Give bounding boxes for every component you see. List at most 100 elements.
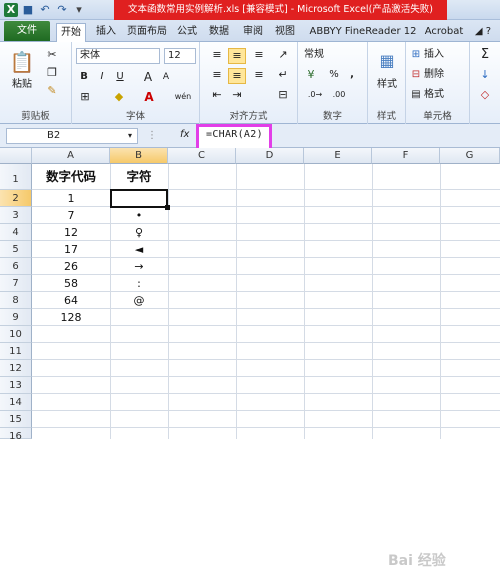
insert-cells-button[interactable]: 插入 [424,48,464,62]
qat-customize-icon[interactable]: ▾ [72,3,86,17]
comma-button[interactable]: , [346,68,358,82]
row-header-4[interactable]: 4 [0,224,32,241]
tab-review[interactable]: 审阅 [240,23,266,42]
font-size-select[interactable]: 12 [164,48,196,64]
row-header-8[interactable]: 8 [0,292,32,309]
insert-function-button[interactable]: fx [180,129,189,140]
tab-formulas[interactable]: 公式 [174,23,200,42]
column-header-a[interactable]: A [32,148,110,164]
cell-b8[interactable]: @ [110,292,168,309]
delete-cells-icon[interactable]: ⊟ [410,68,422,82]
format-painter-icon[interactable]: ✎ [44,84,60,98]
underline-button[interactable]: U [114,70,126,84]
format-cells-button[interactable]: 格式 [424,88,464,102]
align-center-icon[interactable]: ≡ [228,68,246,84]
align-right-icon[interactable]: ≡ [250,68,268,82]
cell-a3[interactable]: 7 [32,207,110,224]
merge-center-icon[interactable]: ⊟ [274,88,292,102]
cell-b1[interactable]: 字符 [110,168,168,185]
phonetic-button[interactable]: wén [172,90,194,104]
italic-button[interactable]: I [96,70,108,84]
row-header-6[interactable]: 6 [0,258,32,275]
cell-b4[interactable]: ♀ [110,224,168,241]
tab-abbyy[interactable]: ABBYY FineReader 12 [304,23,422,42]
borders-icon[interactable]: ⊞ [78,90,92,104]
cut-icon[interactable]: ✂ [44,48,60,62]
fill-handle[interactable] [165,205,170,210]
tab-home[interactable]: 开始 [56,23,86,42]
select-all-corner[interactable] [0,148,32,164]
orientation-icon[interactable]: ↗ [274,48,292,62]
row-header-12[interactable]: 12 [0,360,32,377]
paste-icon[interactable]: 📋 [8,48,36,76]
bold-button[interactable]: B [78,70,90,84]
increase-indent-icon[interactable]: ⇥ [228,88,246,102]
font-color-button[interactable]: A [142,90,156,104]
cell-a1[interactable]: 数字代码 [32,168,110,185]
row-header-9[interactable]: 9 [0,309,32,326]
cell-b6[interactable]: → [110,258,168,275]
row-header-16[interactable]: 16 [0,428,32,442]
cell-b3[interactable]: • [110,207,168,224]
row-header-11[interactable]: 11 [0,343,32,360]
cell-a2[interactable]: 1 [32,190,110,207]
row-header-13[interactable]: 13 [0,377,32,394]
row-header-1[interactable]: 1 [0,164,32,190]
cell-a5[interactable]: 17 [32,241,110,258]
styles-icon[interactable]: ▦ [374,48,400,74]
column-header-e[interactable]: E [304,148,372,164]
name-box[interactable]: B2 [6,128,138,144]
copy-icon[interactable]: ❐ [44,66,60,80]
grow-font-button[interactable]: A [142,70,154,84]
decrease-indent-icon[interactable]: ⇤ [208,88,226,102]
align-bottom-icon[interactable]: ≡ [250,48,268,62]
column-header-c[interactable]: C [168,148,236,164]
row-header-14[interactable]: 14 [0,394,32,411]
fill-color-icon[interactable]: ◆ [112,90,126,104]
row-header-3[interactable]: 3 [0,207,32,224]
sum-icon[interactable]: Σ [476,48,494,62]
align-top-icon[interactable]: ≡ [208,48,226,62]
paste-button[interactable]: 粘贴 [8,78,36,92]
tab-acrobat[interactable]: Acrobat [424,23,464,42]
clear-icon[interactable]: ◇ [476,88,494,102]
save-icon[interactable]: ■ [21,3,35,17]
redo-icon[interactable]: ↷ [55,3,69,17]
undo-icon[interactable]: ↶ [38,3,52,17]
styles-button[interactable]: 样式 [372,78,402,92]
cell-a6[interactable]: 26 [32,258,110,275]
number-format-select[interactable]: 常规 [304,48,362,62]
row-header-5[interactable]: 5 [0,241,32,258]
name-box-dropdown-icon[interactable]: ▾ [124,129,136,143]
percent-button[interactable]: % [328,68,340,82]
row-header-15[interactable]: 15 [0,411,32,428]
ribbon-options-icon[interactable]: ◢ ? [470,23,496,42]
format-cells-icon[interactable]: ▤ [410,88,422,102]
row-header-10[interactable]: 10 [0,326,32,343]
currency-icon[interactable]: ¥ [304,68,318,82]
tab-view[interactable]: 视图 [272,23,298,42]
insert-cells-icon[interactable]: ⊞ [410,48,422,62]
cell-a8[interactable]: 64 [32,292,110,309]
cell-a9[interactable]: 128 [32,309,110,326]
font-name-select[interactable]: 宋体 [76,48,160,64]
column-header-d[interactable]: D [236,148,304,164]
formula-input[interactable]: =CHAR(A2) [206,129,263,140]
column-header-g[interactable]: G [440,148,500,164]
wrap-text-icon[interactable]: ↵ [274,68,292,82]
tab-insert[interactable]: 插入 [92,23,120,42]
row-header-7[interactable]: 7 [0,275,32,292]
increase-decimal-icon[interactable]: .0→ [306,88,324,102]
delete-cells-button[interactable]: 删除 [424,68,464,82]
align-left-icon[interactable]: ≡ [208,68,226,82]
decrease-decimal-icon[interactable]: .00 [330,88,348,102]
cell-b7[interactable]: : [110,275,168,292]
align-middle-icon[interactable]: ≡ [228,48,246,64]
cell-b5[interactable]: ◄ [110,241,168,258]
column-header-b[interactable]: B [110,148,168,164]
column-header-f[interactable]: F [372,148,440,164]
fill-icon[interactable]: ↓ [476,68,494,82]
row-header-2[interactable]: 2 [0,190,32,207]
tab-file[interactable]: 文件 [4,21,50,41]
cell-a4[interactable]: 12 [32,224,110,241]
